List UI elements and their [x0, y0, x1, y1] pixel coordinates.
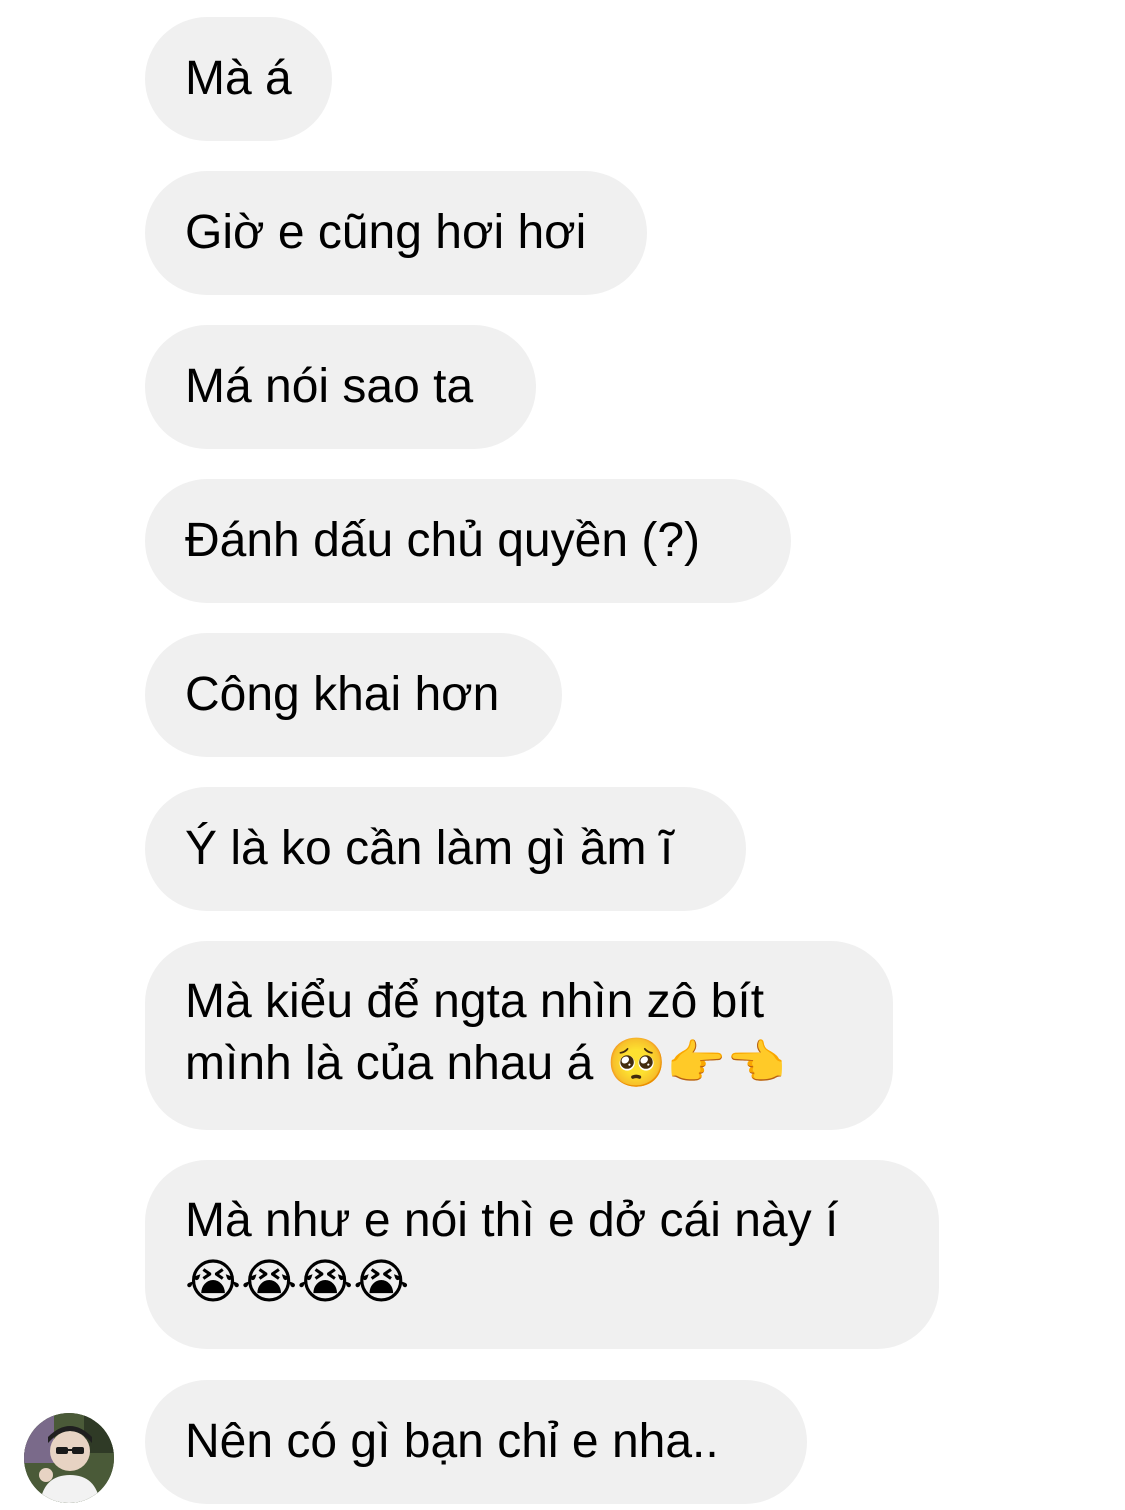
message-text: Nên có gì bạn chỉ e nha..: [185, 1415, 719, 1468]
message-bubble[interactable]: Mà á: [145, 17, 332, 141]
message-text: Công khai hơn: [185, 668, 500, 721]
message-bubble[interactable]: Mà như e nói thì e dở cái này í 😭😭😭😭: [145, 1160, 939, 1349]
message-text: Má nói sao ta: [185, 360, 474, 413]
sender-avatar[interactable]: [24, 1413, 114, 1503]
message-text-line: mình là của nhau á 🥺👉👈: [185, 1037, 786, 1090]
message-bubble[interactable]: Đánh dấu chủ quyền (?): [145, 479, 791, 603]
message-bubble[interactable]: Giờ e cũng hơi hơi: [145, 171, 647, 295]
message-text-line: 😭😭😭😭: [185, 1256, 410, 1309]
profile-photo-icon: [24, 1413, 114, 1503]
message-bubble[interactable]: Ý là ko cần làm gì ầm ĩ: [145, 787, 746, 911]
message-text-line: Mà kiểu để ngta nhìn zô bít: [185, 975, 765, 1028]
message-bubble[interactable]: Má nói sao ta: [145, 325, 536, 449]
message-text-line: Mà như e nói thì e dở cái này í: [185, 1194, 839, 1247]
message-text: Ý là ko cần làm gì ầm ĩ: [185, 822, 674, 875]
message-bubble[interactable]: Công khai hơn: [145, 633, 562, 757]
message-text: Đánh dấu chủ quyền (?): [185, 514, 701, 567]
message-text: Mà á: [185, 52, 292, 105]
message-bubble[interactable]: Mà kiểu để ngta nhìn zô bít mình là của …: [145, 941, 893, 1130]
message-bubble[interactable]: Nên có gì bạn chỉ e nha..: [145, 1380, 807, 1504]
message-text: Giờ e cũng hơi hơi: [185, 206, 587, 259]
